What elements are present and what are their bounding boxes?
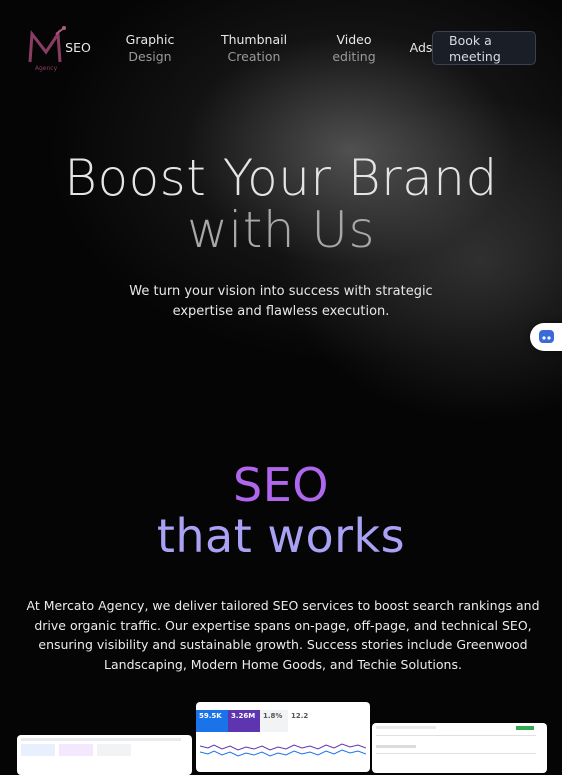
hero-subtitle-line2: expertise and flawless execution. <box>172 304 390 319</box>
nav-item-sublabel: editing <box>332 49 376 64</box>
clicks-tile: 59.5K <box>196 710 228 732</box>
brand-logo[interactable]: Agency <box>26 26 66 72</box>
nav-item-label: Graphic <box>125 32 175 47</box>
nav-item-label: Video <box>336 32 372 47</box>
nav-item-video-editing[interactable]: Video editing <box>326 31 382 65</box>
hero-subtitle: We turn your vision into success with st… <box>0 282 562 322</box>
hero-title-line2: with Us <box>186 201 376 259</box>
book-meeting-button[interactable]: Book a meeting <box>432 31 536 65</box>
screenshot-toolbar <box>21 738 181 741</box>
nav-item-seo[interactable]: SEO <box>64 39 92 56</box>
top-navigation: Agency SEO Graphic Design Thumbnail Crea… <box>0 0 562 100</box>
chat-widget-button[interactable] <box>530 323 562 351</box>
nav-item-label: Ads <box>409 40 433 55</box>
hero-subtitle-line1: We turn your vision into success with st… <box>129 284 433 299</box>
seo-description: At Mercato Agency, we deliver tailored S… <box>26 598 540 672</box>
seo-section-title: SEO that works <box>0 460 562 562</box>
analytics-screenshot-middle: 59.5K 3.26M 1.8% 12.2 <box>196 702 370 772</box>
logo-text: Agency <box>35 65 58 72</box>
seo-title-line2: that works <box>156 509 406 563</box>
hero-title: Boost Your Brand with Us <box>0 152 562 256</box>
screenshot-divider <box>376 735 536 736</box>
nav-item-label: SEO <box>65 40 91 55</box>
nav-item-sublabel: Design <box>128 49 172 64</box>
impressions-value: 3.26M <box>231 712 256 720</box>
position-value: 12.2 <box>291 712 309 720</box>
nav-item-ads[interactable]: Ads <box>407 39 435 56</box>
analytics-screenshot-right <box>372 723 547 773</box>
book-meeting-label: Book a meeting <box>449 33 501 64</box>
screenshot-text-line <box>376 745 416 748</box>
ctr-tile: 1.8% <box>260 710 288 732</box>
nav-item-thumbnail-creation[interactable]: Thumbnail Creation <box>216 31 292 65</box>
screenshot-divider <box>376 753 536 754</box>
nav-item-sublabel: Creation <box>227 49 281 64</box>
screenshot-metric-tile <box>59 744 93 756</box>
analytics-screenshot-left <box>17 735 192 775</box>
hero-title-line1: Boost Your Brand <box>64 149 498 207</box>
screenshot-status-chip <box>516 726 534 730</box>
impressions-tile: 3.26M <box>228 710 260 732</box>
screenshot-header-bar <box>376 726 436 729</box>
chat-bubble-icon <box>539 330 554 343</box>
screenshot-metric-tile <box>97 744 131 756</box>
nav-item-graphic-design[interactable]: Graphic Design <box>118 31 182 65</box>
ctr-value: 1.8% <box>263 712 283 720</box>
position-tile: 12.2 <box>288 710 316 732</box>
clicks-value: 59.5K <box>199 712 222 720</box>
seo-title-line1: SEO <box>233 458 329 512</box>
nav-item-label: Thumbnail <box>220 32 288 47</box>
screenshot-metric-tile <box>21 744 55 756</box>
